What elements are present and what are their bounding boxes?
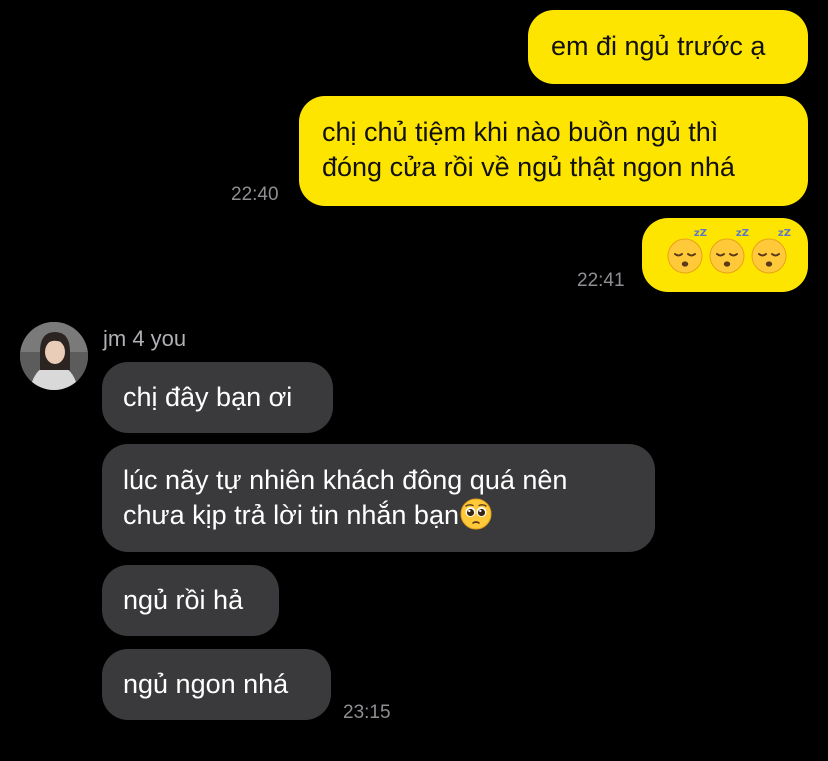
incoming-message-bubble[interactable]: lúc nãy tự nhiên khách đông quá nên chưa… bbox=[102, 444, 655, 552]
incoming-message-bubble[interactable]: ngủ rồi hả bbox=[102, 565, 279, 636]
message-text-line: lúc nãy tự nhiên khách đông quá nên bbox=[123, 465, 568, 495]
message-text: chị đây bạn ơi bbox=[123, 382, 293, 412]
message-text: em đi ngủ trước ạ bbox=[551, 31, 766, 61]
avatar[interactable] bbox=[20, 322, 88, 390]
sender-name: jm 4 you bbox=[103, 326, 187, 351]
outgoing-message-bubble[interactable]: chị chủ tiệm khi nào buồn ngủ thì đóng c… bbox=[299, 96, 808, 206]
outgoing-message-bubble[interactable]: em đi ngủ trước ạ bbox=[528, 10, 808, 84]
pleading-face-icon bbox=[460, 498, 492, 530]
sleeping-face-icon: zZ bbox=[709, 229, 749, 274]
message-text: ngủ rồi hả bbox=[123, 585, 244, 615]
message-timestamp: 22:40 bbox=[231, 184, 279, 205]
message-timestamp: 22:41 bbox=[577, 270, 625, 291]
sleeping-face-icon: zZ bbox=[667, 229, 707, 274]
sleeping-face-icon: zZ bbox=[751, 229, 791, 274]
message-text-line: đóng cửa rồi về ngủ thật ngon nhá bbox=[322, 152, 735, 182]
message-text-line: chị chủ tiệm khi nào buồn ngủ thì bbox=[322, 117, 719, 147]
incoming-message-bubble[interactable]: ngủ ngon nhá bbox=[102, 649, 331, 720]
message-text-line: chưa kịp trả lời tin nhắn bạn bbox=[123, 500, 459, 530]
message-text: ngủ ngon nhá bbox=[123, 669, 289, 699]
incoming-message-bubble[interactable]: chị đây bạn ơi bbox=[102, 362, 333, 433]
message-timestamp: 23:15 bbox=[343, 702, 391, 723]
outgoing-emoji-bubble[interactable]: zZ zZ zZ bbox=[642, 218, 808, 292]
